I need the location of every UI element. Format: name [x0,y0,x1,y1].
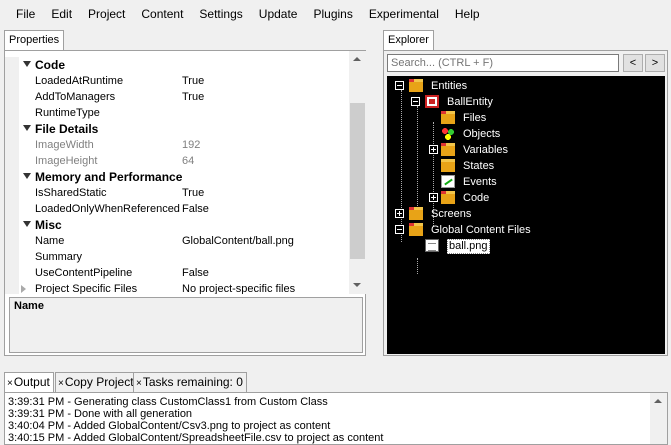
log-line: 3:40:15 PM - Added GlobalContent/Spreads… [8,432,384,444]
collapse-icon[interactable] [23,61,31,67]
tab-copy-project[interactable]: ×Copy Project [55,372,138,392]
collapse-icon[interactable] [23,221,31,227]
tab-properties[interactable]: Properties [4,30,65,50]
description-title: Name [14,300,44,312]
scroll-up-icon[interactable] [349,51,366,68]
property-row[interactable]: UseContentPipeline False [5,265,351,281]
collapse-icon[interactable] [23,125,31,131]
collapse-icon[interactable] [23,173,31,179]
tab-explorer[interactable]: Explorer [383,30,434,50]
property-row[interactable]: LoadedAtRuntime True [5,73,351,89]
close-icon[interactable]: × [136,378,142,389]
property-grid-scrollbar[interactable] [349,51,366,294]
tab-tasks-remaining[interactable]: ×Tasks remaining: 0 [133,372,247,392]
property-row[interactable]: ImageHeight 64 [5,153,351,169]
menu-help[interactable]: Help [447,3,488,25]
log-line: 3:39:31 PM - Done with all generation [8,408,193,420]
scroll-thumb[interactable] [350,103,365,259]
folder-icon [409,223,423,236]
menu-bar: File Edit Project Content Settings Updat… [0,0,671,28]
property-row[interactable]: ImageWidth 192 [5,137,351,153]
property-row[interactable]: AddToManagers True [5,89,351,105]
category-memory-and-performance[interactable]: Memory and Performance [5,169,351,185]
close-icon[interactable]: × [58,378,64,389]
collapse-icon[interactable] [411,97,420,106]
property-row[interactable]: Name GlobalContent/ball.png [5,233,351,249]
menu-project[interactable]: Project [80,3,133,25]
folder-icon [409,79,423,92]
tab-output[interactable]: ×Output [4,372,54,393]
category-file-details[interactable]: File Details [5,121,351,137]
search-input[interactable] [387,54,619,72]
category-code[interactable]: Code [5,57,351,73]
file-icon [425,239,439,252]
expand-icon[interactable] [395,209,404,218]
collapse-icon[interactable] [395,225,404,234]
explorer-panel: < > Entities BallEntity Files Objects [383,50,668,356]
menu-update[interactable]: Update [251,3,306,25]
output-scrollbar[interactable] [650,393,667,444]
forward-button[interactable]: > [645,54,665,72]
category-misc[interactable]: Misc [5,217,351,233]
menu-edit[interactable]: Edit [43,3,80,25]
menu-file[interactable]: File [8,3,43,25]
menu-content[interactable]: Content [133,3,191,25]
log-line: 3:39:31 PM - Generating class CustomClas… [8,396,328,408]
objects-icon [441,127,455,140]
expand-icon[interactable] [429,193,438,202]
properties-panel: Code LoadedAtRuntime True AddToManagers … [4,50,366,356]
menu-experimental[interactable]: Experimental [361,3,447,25]
entity-icon [425,95,439,108]
output-log: 3:39:31 PM - Generating class CustomClas… [5,396,650,444]
log-line: 3:40:04 PM - Added GlobalContent/Csv3.pn… [8,420,331,432]
output-panel: 3:39:31 PM - Generating class CustomClas… [4,392,668,445]
folder-icon [441,159,455,172]
folder-icon [409,207,423,220]
menu-settings[interactable]: Settings [191,3,250,25]
property-grid: Code LoadedAtRuntime True AddToManagers … [5,51,351,294]
property-row[interactable]: IsSharedStatic True [5,185,351,201]
expand-icon[interactable] [429,145,438,154]
events-icon [441,175,455,188]
folder-icon [441,111,455,124]
menu-plugins[interactable]: Plugins [305,3,360,25]
property-row-expandable[interactable]: Project Specific Files No project-specif… [5,281,351,294]
property-row[interactable]: RuntimeType [5,105,351,121]
folder-icon [441,191,455,204]
scroll-down-icon[interactable] [349,277,366,294]
folder-icon [441,143,455,156]
property-row[interactable]: LoadedOnlyWhenReferenced False [5,201,351,217]
explorer-tree: Entities BallEntity Files Objects Variab… [387,76,665,354]
property-description: Name [9,297,363,353]
back-button[interactable]: < [623,54,643,72]
property-row[interactable]: Summary [5,249,351,265]
collapse-icon[interactable] [395,81,404,90]
close-icon[interactable]: × [7,378,13,389]
expand-arrow-icon[interactable] [21,285,26,293]
